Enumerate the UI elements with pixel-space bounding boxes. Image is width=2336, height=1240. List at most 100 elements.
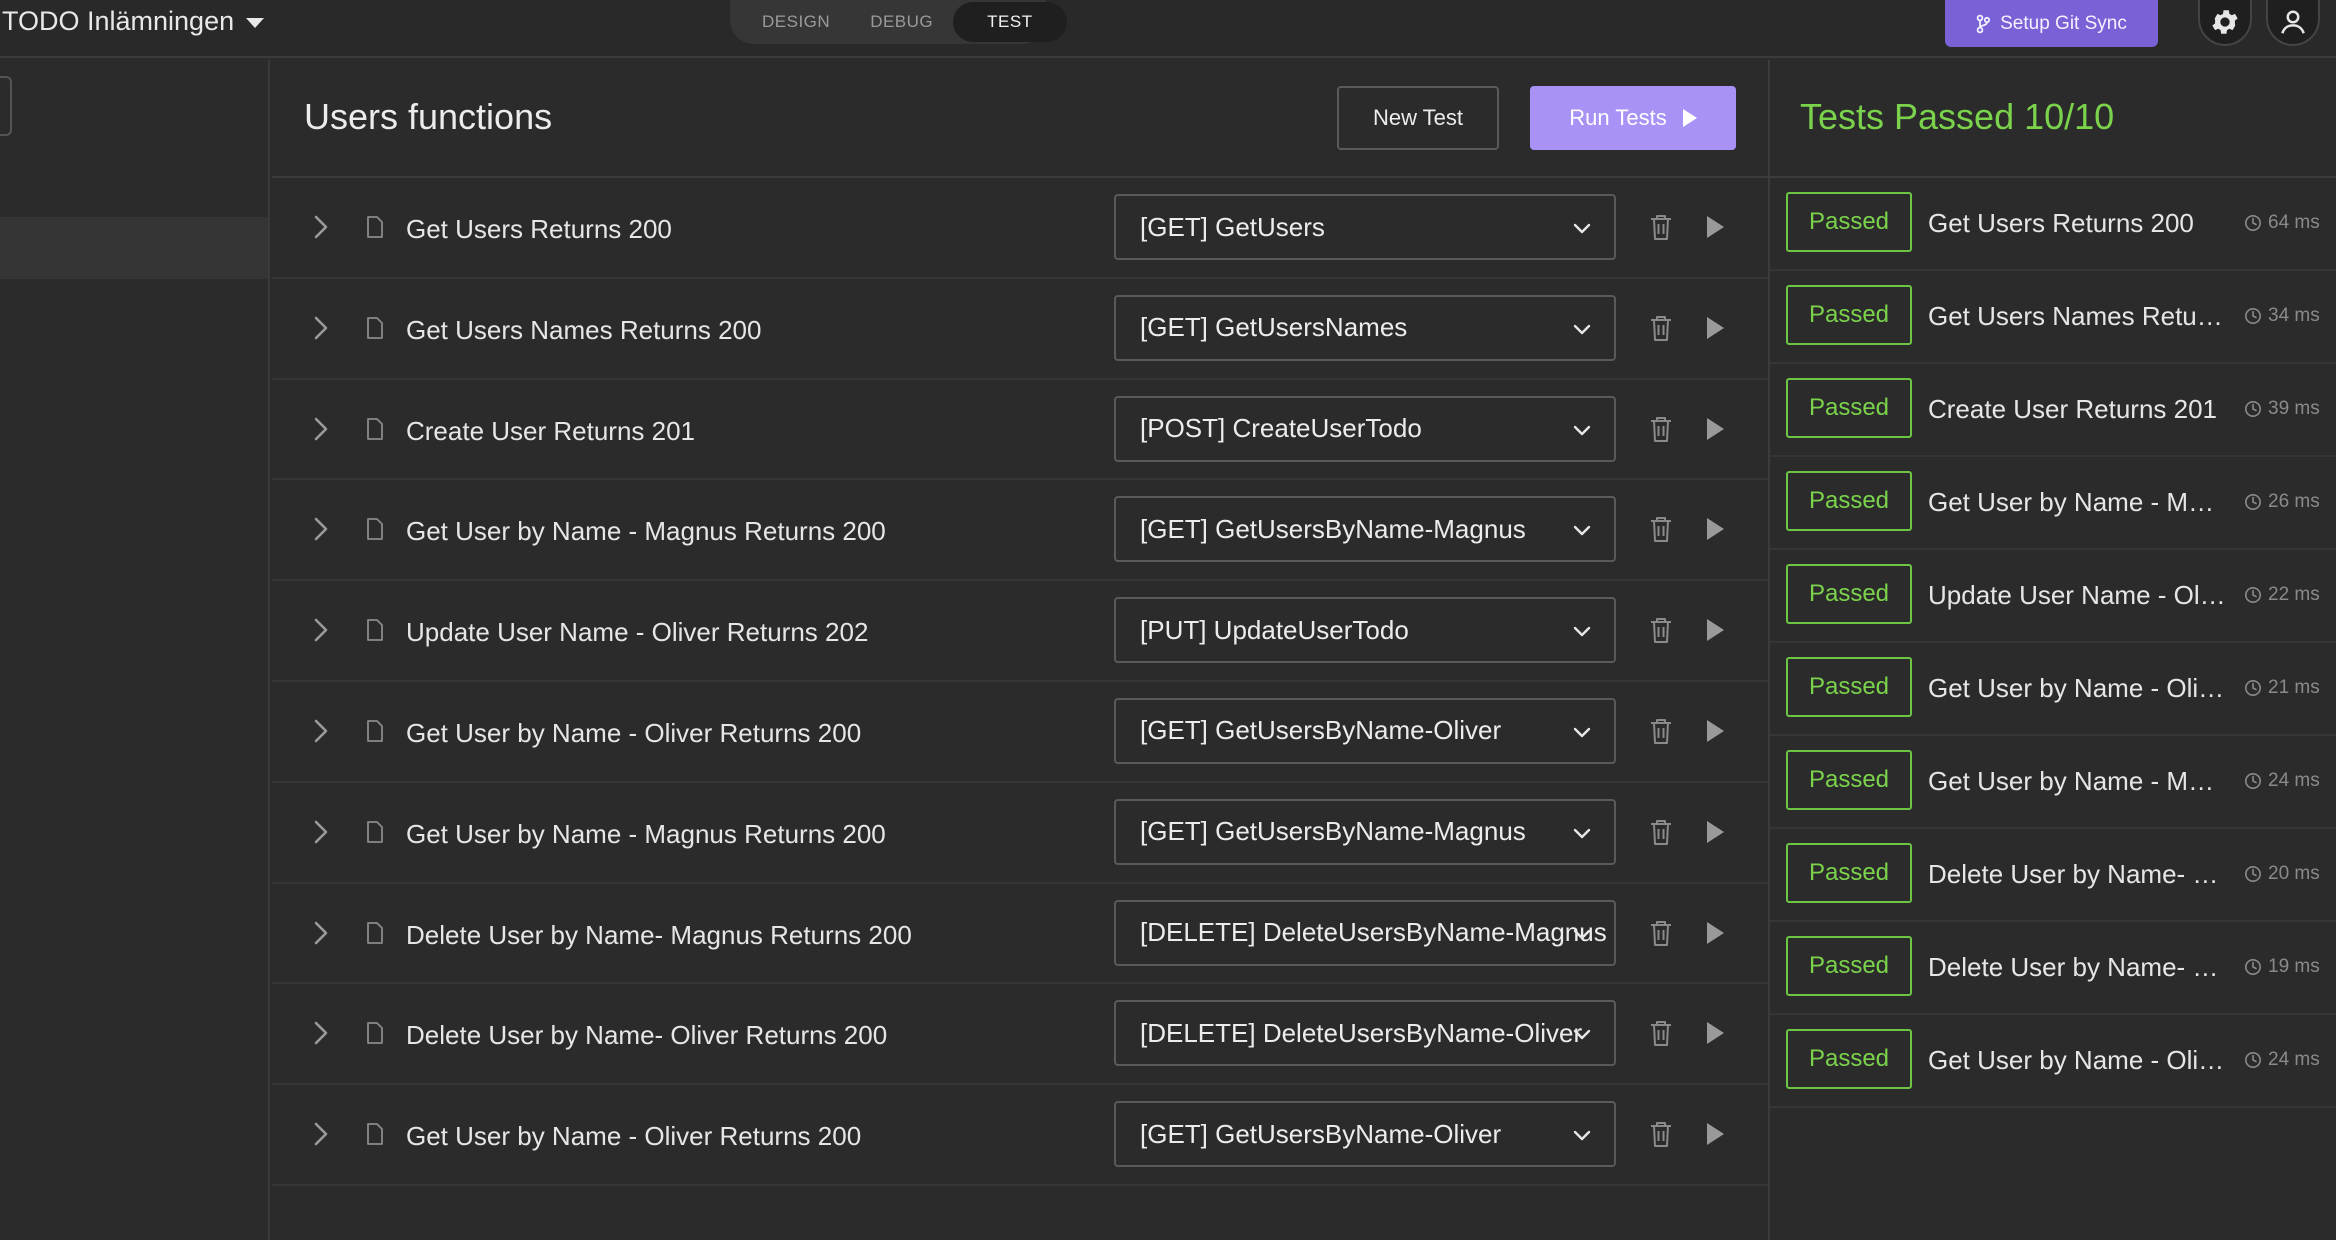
run-test-icon[interactable] [1704,819,1726,845]
test-name[interactable]: Get User by Name - Magnus Returns 200 [406,516,886,547]
clock-icon [2245,494,2261,510]
test-name[interactable]: Get Users Names Returns 200 [406,315,761,346]
tab-test[interactable]: TEST [953,2,1067,42]
result-name: Get User by Name - Oliver Returns 200 [1928,1045,2228,1075]
run-test-icon[interactable] [1704,1020,1726,1046]
result-duration: 39 ms [2244,398,2320,420]
chevron-down-icon [1573,526,1591,536]
result-row: Passed Get User by Name - Magnus Returns… [1770,457,2336,550]
test-name[interactable]: Get User by Name - Magnus Returns 200 [406,819,886,850]
sidebar-filter-input[interactable] [0,76,12,136]
request-select[interactable]: [GET] GetUsersByName-Magnus [1114,496,1616,563]
result-duration: 19 ms [2244,956,2320,978]
document-icon [367,216,383,238]
run-test-icon[interactable] [1704,315,1726,341]
run-tests-button[interactable]: Run Tests [1530,86,1736,150]
result-duration: 21 ms [2244,677,2320,699]
settings-button[interactable] [2198,0,2252,46]
run-test-icon[interactable] [1704,617,1726,643]
trash-icon[interactable] [1648,1119,1674,1149]
request-select[interactable]: [PUT] UpdateUserTodo [1114,597,1616,664]
test-name[interactable]: Update User Name - Oliver Returns 202 [406,617,868,648]
trash-icon[interactable] [1648,615,1674,645]
clock-icon [2245,1052,2261,1068]
run-test-icon[interactable] [1704,416,1726,442]
chevron-right-icon[interactable] [310,212,332,242]
test-row: Get Users Names Returns 200 [GET] GetUse… [272,278,1768,380]
run-test-icon[interactable] [1704,1121,1726,1147]
project-dropdown[interactable]: TODO Inlämningen [2,6,265,37]
trash-icon[interactable] [1648,918,1674,948]
document-icon [367,518,383,541]
chevron-right-icon[interactable] [310,817,332,847]
request-select[interactable]: [GET] GetUsersByName-Oliver [1114,1101,1616,1168]
sidebar-item-selected-suite[interactable] [0,217,268,279]
result-time-value: 21 ms [2268,677,2320,698]
test-name[interactable]: Create User Returns 201 [406,416,695,447]
test-name[interactable]: Get Users Returns 200 [406,214,672,245]
chevron-right-icon[interactable] [310,1119,332,1149]
test-name[interactable]: Delete User by Name- Oliver Returns 200 [406,1020,887,1051]
chevron-right-icon[interactable] [310,414,332,444]
trash-icon[interactable] [1648,817,1674,847]
result-row: Passed Get User by Name - Oliver Returns… [1770,643,2336,736]
chevron-right-icon[interactable] [310,313,332,343]
chevron-down-icon [1573,1130,1591,1141]
request-select[interactable]: [GET] GetUsersNames [1114,294,1616,361]
request-select[interactable]: [GET] GetUsersByName-Oliver [1114,697,1616,764]
result-row: Passed Delete User by Name- Magnus Retur… [1770,829,2336,922]
status-badge: Passed [1786,657,1912,717]
request-select[interactable]: [POST] CreateUserTodo [1114,395,1616,462]
caret-down-icon [246,17,265,28]
run-test-icon[interactable] [1704,920,1726,946]
account-button[interactable] [2266,0,2320,46]
request-select[interactable]: [GET] GetUsersByName-Magnus [1114,798,1616,865]
request-select[interactable]: [DELETE] DeleteUsersByName-Magnus [1114,899,1616,966]
test-row: Get User by Name - Magnus Returns 200 [G… [272,782,1768,884]
status-badge: Passed [1786,936,1912,996]
result-row: Passed Get User by Name - Oliver Returns… [1770,1015,2336,1108]
result-name: Create User Returns 201 [1928,394,2218,424]
gear-icon [2212,10,2238,34]
result-time-value: 24 ms [2268,770,2320,791]
document-icon [367,720,383,742]
trash-icon[interactable] [1648,716,1674,746]
chevron-right-icon[interactable] [310,716,332,746]
run-test-icon[interactable] [1704,214,1726,240]
result-time-value: 64 ms [2268,212,2320,233]
request-select-value: [POST] CreateUserTodo [1140,413,1422,444]
tab-debug[interactable]: DEBUG [850,2,953,42]
document-icon [367,1022,383,1045]
setup-git-sync-button[interactable]: Setup Git Sync [1945,0,2158,47]
chevron-right-icon[interactable] [310,615,332,645]
chevron-right-icon[interactable] [310,918,332,948]
request-select-value: [GET] GetUsersByName-Magnus [1140,513,1526,544]
status-badge: Passed [1786,378,1912,438]
trash-icon[interactable] [1648,212,1674,242]
chevron-down-icon [1573,727,1591,738]
chevron-right-icon[interactable] [310,514,332,544]
trash-icon[interactable] [1648,414,1674,444]
result-duration: 64 ms [2244,212,2320,234]
run-test-icon[interactable] [1704,718,1726,744]
request-select[interactable]: [GET] GetUsers [1114,194,1616,260]
run-test-icon[interactable] [1704,516,1726,542]
result-duration: 24 ms [2244,1049,2320,1071]
request-select[interactable]: [DELETE] DeleteUsersByName-Oliver [1114,1000,1616,1067]
test-name[interactable]: Get User by Name - Oliver Returns 200 [406,718,861,749]
result-duration: 26 ms [2244,491,2320,513]
test-name[interactable]: Delete User by Name- Magnus Returns 200 [406,920,912,951]
new-test-button[interactable]: New Test [1337,86,1499,150]
chevron-right-icon[interactable] [310,1018,332,1048]
tab-design[interactable]: DESIGN [742,2,850,42]
trash-icon[interactable] [1648,514,1674,544]
chevron-down-icon [1573,626,1591,637]
chevron-down-icon [1573,828,1591,838]
test-name[interactable]: Get User by Name - Oliver Returns 200 [406,1121,861,1152]
trash-icon[interactable] [1648,313,1674,343]
test-row: Create User Returns 201 [POST] CreateUse… [272,379,1768,481]
sidebar [0,60,270,1240]
result-time-value: 19 ms [2268,956,2320,977]
git-branch-icon [1976,14,1991,33]
trash-icon[interactable] [1648,1018,1674,1048]
